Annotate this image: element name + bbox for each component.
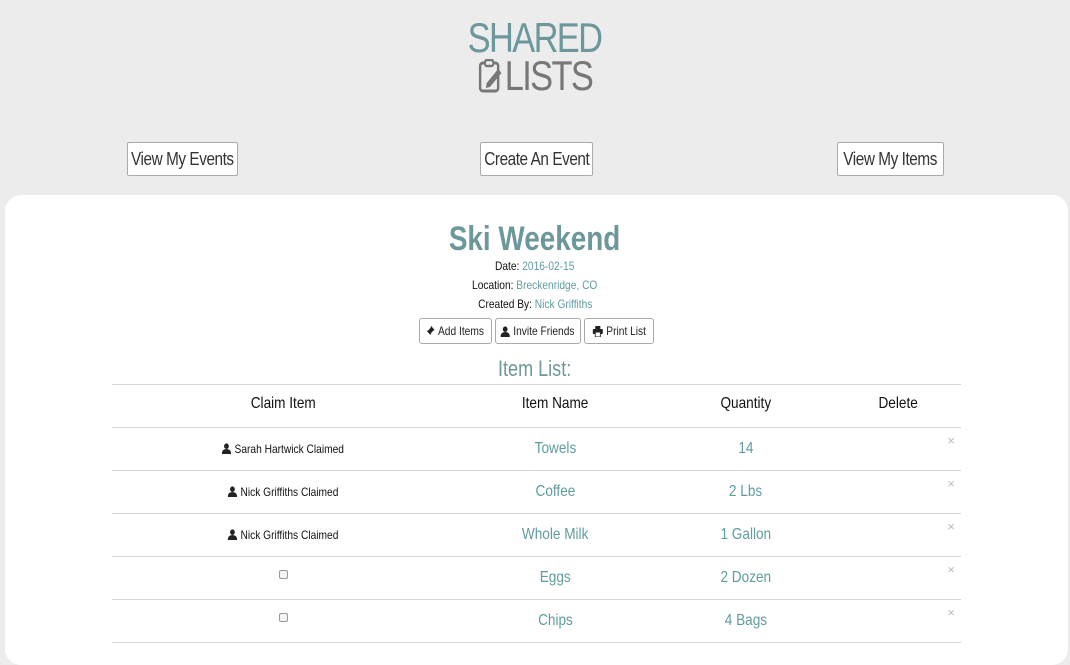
header-item-name: Item Name [521,395,589,412]
view-my-items-button[interactable]: View My Items [837,142,944,176]
claimed-by-text: Nick Griffiths Claimed [240,527,339,542]
view-my-items-label: View My Items [843,148,938,169]
user-icon [227,486,238,497]
event-title: Ski Weekend [449,220,621,258]
location-value: Breckenridge, CO [516,278,598,292]
header-claim-item: Claim Item [250,395,316,412]
delete-icon[interactable]: × [947,562,955,577]
claim-checkbox[interactable] [278,570,288,579]
printer-icon [592,325,603,337]
user-icon [501,325,511,337]
creator-label: Created By: [477,297,532,311]
view-my-events-button[interactable]: View My Events [127,142,238,176]
claim-cell: Nick Griffiths Claimed [112,513,454,556]
row-divider [112,642,961,643]
claimed-by-text: Nick Griffiths Claimed [240,484,339,499]
location-label: Location: [472,278,514,292]
app-logo[interactable]: SHARED LISTS [0,17,1070,99]
header-delete: Delete [878,395,918,412]
table-row: Nick Griffiths Claimed Whole Milk 1 Gall… [112,513,961,556]
create-event-button[interactable]: Create An Event [480,142,593,176]
print-list-label: Print List [605,324,646,338]
create-event-label: Create An Event [483,148,590,169]
user-icon [221,443,232,454]
delete-icon[interactable]: × [947,605,955,620]
claimed-by-text: Sarah Hartwick Claimed [234,441,345,456]
claim-cell [112,599,454,642]
claim-cell: Nick Griffiths Claimed [112,470,454,513]
logo-line-2: LISTS [504,52,593,99]
delete-icon[interactable]: × [947,433,955,448]
date-value: 2016-02-15 [522,259,575,273]
table-row: Nick Griffiths Claimed Coffee 2 Lbs × [112,470,961,513]
item-name-cell: Coffee [535,482,575,500]
add-items-label: Add Items [438,324,485,338]
date-label: Date: [495,259,520,273]
creator-value: Nick Griffiths [534,297,593,311]
table-row: Chips 4 Bags × [112,599,961,642]
event-date: Date: 2016-02-15 [0,259,1070,273]
quantity-cell: 2 Lbs [729,482,763,500]
table-row: Sarah Hartwick Claimed Towels 14 × [112,427,961,470]
view-my-events-label: View My Events [131,148,234,169]
invite-friends-label: Invite Friends [513,324,575,338]
item-list-heading: Item List: [498,356,572,381]
quantity-cell: 2 Dozen [720,568,772,586]
print-list-button[interactable]: Print List [584,318,654,344]
item-name-cell: Eggs [539,568,571,586]
header-quantity: Quantity [720,395,772,412]
item-name-cell: Whole Milk [521,525,589,543]
table-row: Eggs 2 Dozen × [112,556,961,599]
claim-cell: Sarah Hartwick Claimed [112,427,454,470]
event-creator: Created By: Nick Griffiths [0,297,1070,311]
item-name-cell: Towels [534,439,576,457]
delete-icon[interactable]: × [947,476,955,491]
add-items-button[interactable]: Add Items [419,318,492,344]
quantity-cell: 4 Bags [724,611,768,629]
item-name-cell: Chips [537,611,573,629]
table-top-rule [112,384,961,385]
claim-cell [112,556,454,599]
user-icon [227,529,238,540]
quantity-cell: 14 [738,439,754,457]
quantity-cell: 1 Gallon [720,525,772,543]
event-location: Location: Breckenridge, CO [0,278,1070,292]
logo-line-2-wrap: LISTS [478,52,594,99]
delete-icon[interactable]: × [947,519,955,534]
invite-friends-button[interactable]: Invite Friends [495,318,581,344]
clipboard-icon [478,59,502,93]
pin-icon [426,326,436,336]
claim-checkbox[interactable] [278,613,288,622]
